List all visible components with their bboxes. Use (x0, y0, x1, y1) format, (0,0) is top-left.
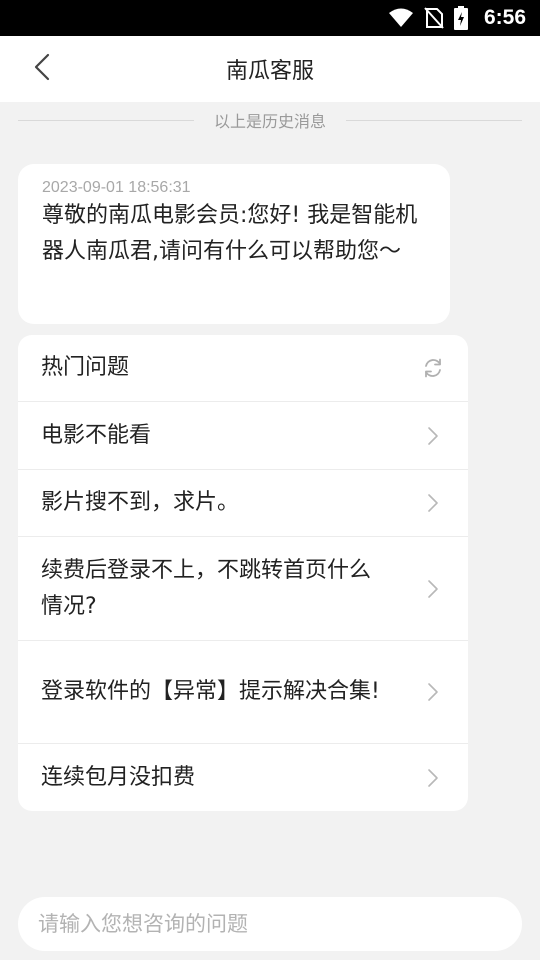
status-time: 6:56 (483, 6, 526, 29)
page-title: 南瓜客服 (225, 59, 314, 84)
no-sim-icon (424, 7, 444, 29)
faq-item-label: 连续包月没扣费 (41, 764, 196, 790)
faq-item-monthly-not-charged[interactable]: 连续包月没扣费 (18, 744, 468, 811)
divider-line-right (346, 119, 523, 121)
chevron-left-icon (34, 53, 50, 85)
faq-item-label: 登录软件的【异常】提示解决合集! (41, 679, 380, 704)
refresh-icon[interactable] (422, 357, 444, 379)
faq-header: 热门问题 (18, 335, 468, 402)
wifi-icon (388, 8, 414, 28)
faq-item-label: 续费后登录不上，不跳转首页什么情况? (41, 557, 372, 619)
faq-item-movie-not-playing[interactable]: 电影不能看 (18, 402, 468, 470)
status-bar: 6:56 (0, 0, 540, 36)
faq-item-login-error-collection[interactable]: 登录软件的【异常】提示解决合集! (18, 641, 468, 744)
chevron-right-icon (422, 492, 444, 514)
faq-title: 热门问题 (41, 355, 130, 380)
faq-item-login-after-renewal[interactable]: 续费后登录不上，不跳转首页什么情况? (18, 537, 468, 641)
faq-card: 热门问题 电影不能看 影片搜不到，求片。 续费后登录不上，不跳转首页什么情况? … (18, 335, 468, 811)
back-button[interactable] (24, 51, 60, 87)
chevron-right-icon (422, 425, 444, 447)
faq-item-label: 电影不能看 (41, 422, 152, 448)
question-input[interactable] (38, 912, 498, 936)
battery-charging-icon (453, 6, 468, 30)
chevron-right-icon (422, 681, 444, 703)
faq-item-movie-not-found[interactable]: 影片搜不到，求片。 (18, 470, 468, 537)
message-text: 尊敬的南瓜电影会员:您好! 我是智能机器人南瓜君,请问有什么可以帮助您～ (42, 203, 418, 264)
history-divider: 以上是历史消息 (18, 106, 523, 134)
bot-message-bubble: 2023-09-01 18:56:31 尊敬的南瓜电影会员:您好! 我是智能机器… (18, 164, 450, 324)
app-header: 南瓜客服 (0, 36, 540, 102)
faq-item-label: 影片搜不到，求片。 (41, 490, 240, 515)
chevron-right-icon (422, 767, 444, 789)
question-input-bar (18, 897, 522, 951)
divider-line-left (18, 119, 194, 121)
chevron-right-icon (422, 578, 444, 600)
message-timestamp: 2023-09-01 18:56:31 (42, 179, 191, 196)
history-divider-text: 以上是历史消息 (214, 112, 327, 131)
